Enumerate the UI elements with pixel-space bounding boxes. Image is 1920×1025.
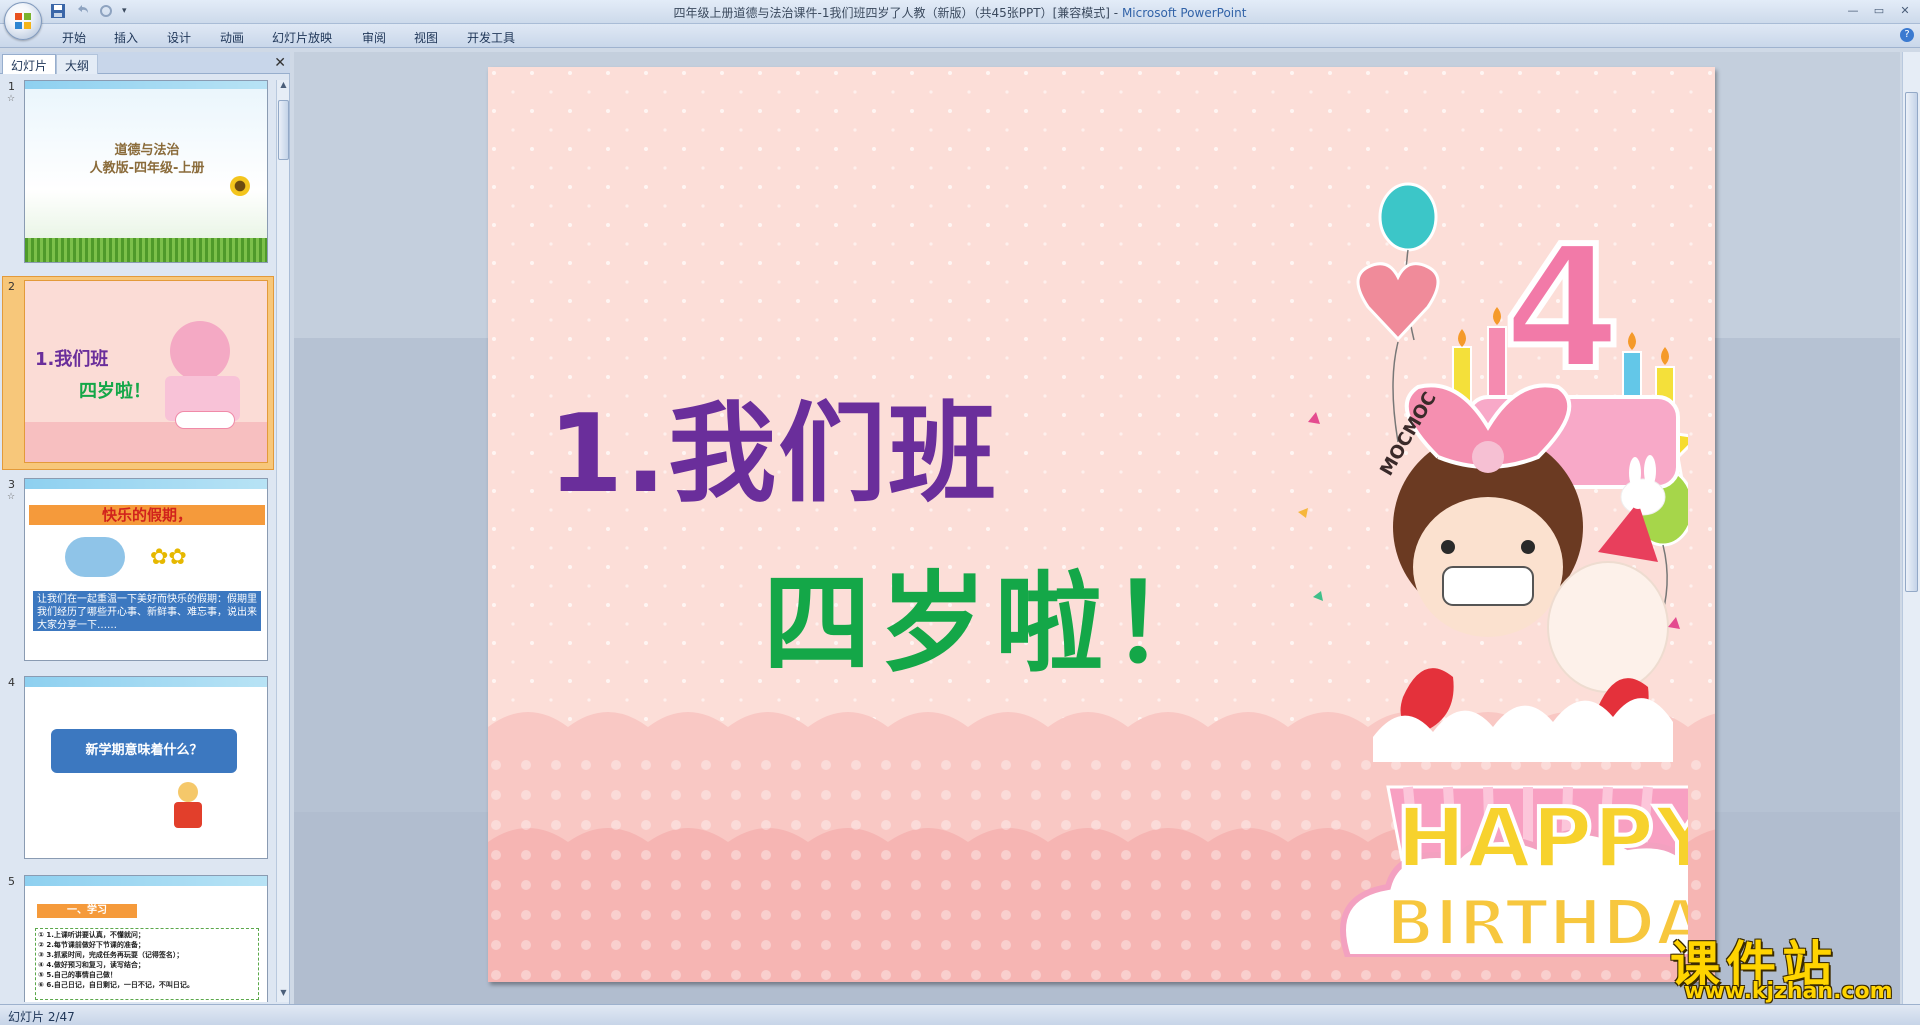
maximize-icon[interactable]: ▭ <box>1868 2 1890 18</box>
window-controls: — ▭ ✕ <box>1842 2 1916 18</box>
close-panel-icon[interactable]: ✕ <box>274 55 286 71</box>
thumb-top-band <box>25 81 267 89</box>
cake-icon <box>170 321 230 381</box>
status-bar: 幻灯片 2/47 <box>0 1004 1920 1025</box>
thumbnail-scrollbar[interactable]: ▲ ▼ <box>276 80 289 1002</box>
slide-thumbnail[interactable]: 一、学习 ① 1.上课听讲要认真，不懂就问； ② 2.每节课前做好下节课的准备；… <box>24 875 268 1002</box>
slide-thumbnail[interactable]: 道德与法治 人教版-四年级-上册 <box>24 80 268 263</box>
slide-number: 2 <box>8 280 15 293</box>
editor-scrollbar[interactable] <box>1902 52 1920 1004</box>
document-title: 四年级上册道德与法治课件-1我们班四岁了人教（新版）（共45张PPT）[兼容模式… <box>673 6 1110 20</box>
office-logo-icon <box>15 13 31 29</box>
thumb-text: 四岁啦！ <box>79 381 151 402</box>
birthday-text: BIRTHDAY <box>1386 887 1688 957</box>
help-icon[interactable]: ? <box>1900 28 1914 42</box>
thumb-text: 一、学习 <box>37 904 137 918</box>
thumb-top-band <box>25 677 267 687</box>
watermark-url: www.kjzhan.com <box>1684 979 1893 1004</box>
close-icon[interactable]: ✕ <box>1894 2 1916 18</box>
office-button[interactable] <box>4 2 42 40</box>
thumb-text: 人教版-四年级-上册 <box>89 161 205 176</box>
thumb-scallop <box>25 422 267 462</box>
ribbon-tabs: 开始 插入 设计 动画 幻灯片放映 审阅 视图 开发工具 ? <box>0 24 1920 48</box>
birthday-badge-icon <box>175 411 235 429</box>
watermark-logo: 课件站 www.kjzhan.com <box>1670 925 1902 1007</box>
thumb-text: ③ 3.抓紧时间，完成任务再玩耍（记得签名）； <box>38 951 184 959</box>
scroll-up-icon[interactable]: ▲ <box>277 80 290 94</box>
tab-insert[interactable]: 插入 <box>114 29 138 46</box>
thumb-text: 道德与法治 <box>114 143 180 158</box>
window-title: 四年级上册道德与法治课件-1我们班四岁了人教（新版）（共45张PPT）[兼容模式… <box>0 4 1920 21</box>
panel-tabs: 幻灯片 大纲 ✕ <box>0 52 290 74</box>
thumb-text: ⑥ 6.自己日记，自日剩记，一日不记，不叫日记。 <box>38 981 194 989</box>
confetti-icon <box>1313 591 1323 601</box>
thumb-text: ② 2.每节课前做好下节课的准备； <box>38 941 145 949</box>
confetti-icon <box>1668 617 1680 629</box>
current-slide[interactable]: 1.我们班 四岁啦！ 4 MOCMOC HAPPY BIRTHDA <box>488 67 1715 982</box>
title-separator: - <box>1113 6 1122 20</box>
beach-illustration-icon <box>65 537 125 577</box>
rule-list-box: ① 1.上课听讲要认真，不懂就问； ② 2.每节课前做好下节课的准备； ③ 3.… <box>35 928 259 1000</box>
number-four-topper-icon: 4 <box>1500 207 1624 411</box>
scroll-down-icon[interactable]: ▼ <box>277 988 290 1002</box>
thumb-text: 让我们在一起重温一下美好而快乐的假期：假期里我们经历了哪些开心事、新鲜事、难忘事… <box>33 591 261 631</box>
minimize-icon[interactable]: — <box>1842 2 1864 18</box>
slide-title-line2[interactable]: 四岁啦！ <box>763 537 1227 693</box>
thumb-text: ⑤ 5.自己的事情自己做！ <box>38 971 117 979</box>
slide-title-line1[interactable]: 1.我们班 <box>548 367 998 523</box>
thumb-text: 快乐的假期， <box>29 505 265 525</box>
tab-view[interactable]: 视图 <box>414 29 438 46</box>
thumb-text: 新学期意味着什么？ <box>51 729 237 773</box>
thumb-text: ① 1.上课听讲要认真，不懂就问； <box>38 931 145 939</box>
editor-scrollbar-thumb[interactable] <box>1905 92 1918 592</box>
happy-text: HAPPY <box>1396 789 1688 887</box>
slide-thumbnail[interactable]: 1.我们班 四岁啦！ <box>24 280 268 463</box>
thumb-text: 1.我们班 <box>35 349 109 370</box>
tab-review[interactable]: 审阅 <box>362 29 386 46</box>
slide-number: 1 <box>8 80 15 93</box>
thumb-top-band <box>25 479 267 489</box>
tab-outline[interactable]: 大纲 <box>56 54 99 74</box>
thumb-text: ④ 4.做好预习和复习，读写结合； <box>38 961 145 969</box>
transition-icon: ☆ <box>7 492 16 502</box>
grass-decoration <box>25 238 267 262</box>
slide-thumbnail[interactable]: 快乐的假期， ✿✿ 让我们在一起重温一下美好而快乐的假期：假期里我们经历了哪些开… <box>24 478 268 661</box>
confetti-icon <box>1298 508 1308 518</box>
slide-indicator: 幻灯片 2/47 <box>8 1010 75 1024</box>
tab-slides[interactable]: 幻灯片 <box>2 54 57 74</box>
thumbnail-list: 1 ☆ 道德与法治 人教版-四年级-上册 2 1.我们班 四岁啦！ 3 ☆ 快乐… <box>0 80 276 1002</box>
transition-icon: ☆ <box>7 94 16 104</box>
birthday-cake-illustration: 4 MOCMOC HAPPY BIRTHDA <box>1298 182 1688 957</box>
tab-design[interactable]: 设计 <box>167 29 191 46</box>
slide-thumbnail[interactable]: 新学期意味着什么？ <box>24 676 268 859</box>
cartoon-boy-icon <box>170 782 206 832</box>
slide-number: 5 <box>8 875 15 888</box>
app-name: Microsoft PowerPoint <box>1121 6 1247 20</box>
svg-text:4: 4 <box>1503 210 1621 408</box>
slides-panel: 幻灯片 大纲 ✕ 1 ☆ 道德与法治 人教版-四年级-上册 2 1.我们班 四岁… <box>0 52 290 1004</box>
sunflower-icon <box>230 176 250 196</box>
title-bar: ▾ 四年级上册道德与法治课件-1我们班四岁了人教（新版）（共45张PPT）[兼容… <box>0 0 1920 40</box>
scrollbar-thumb[interactable] <box>278 100 289 160</box>
calligraphy-icon: ✿✿ <box>150 545 187 570</box>
tab-slideshow[interactable]: 幻灯片放映 <box>272 29 332 46</box>
confetti-icon <box>1308 412 1320 424</box>
tab-animations[interactable]: 动画 <box>220 29 244 46</box>
slide-number: 3 <box>8 478 15 491</box>
slide-number: 4 <box>8 676 15 689</box>
thumb-top-band <box>25 876 267 886</box>
tab-developer[interactable]: 开发工具 <box>467 29 515 46</box>
tab-home[interactable]: 开始 <box>62 29 86 46</box>
